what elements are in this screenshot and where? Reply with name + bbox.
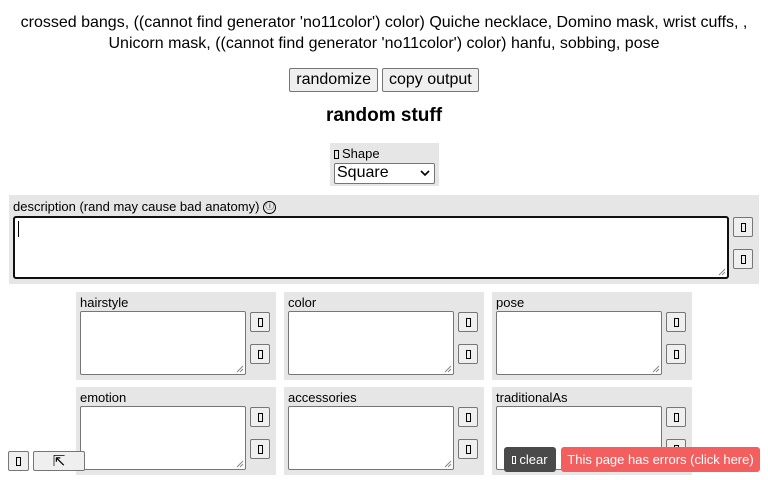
resize-grip-icon[interactable] [236, 460, 244, 468]
box-glyph-icon [673, 317, 679, 327]
field-label: color [288, 295, 317, 310]
info-icon[interactable]: ⓘ [263, 200, 277, 214]
box-glyph-icon [740, 254, 746, 264]
hairstyle-textarea[interactable] [80, 311, 246, 375]
box-glyph-icon [334, 149, 339, 159]
emotion-randomize-button[interactable] [250, 407, 270, 427]
box-glyph-icon [465, 412, 471, 422]
description-panel: description (rand may cause bad anatomy)… [9, 195, 759, 284]
page-errors-label: This page has errors (click here) [567, 452, 754, 467]
clear-label: clear [519, 452, 548, 467]
accessories-lock-button[interactable] [458, 439, 478, 459]
pose-lock-button[interactable] [666, 344, 686, 364]
field-label: pose [496, 295, 525, 310]
field-label: traditionalAs [496, 390, 568, 405]
box-glyph-icon [16, 456, 21, 466]
field-pose: pose [492, 292, 692, 380]
hairstyle-randomize-button[interactable] [250, 312, 270, 332]
description-textarea[interactable] [13, 216, 729, 279]
clear-button[interactable]: clear [504, 447, 556, 472]
box-glyph-icon [740, 222, 746, 232]
page-title: random stuff [325, 105, 443, 126]
resize-grip-icon[interactable] [444, 460, 452, 468]
box-glyph-icon [512, 455, 517, 464]
shape-select[interactable]: Square [334, 163, 435, 184]
text-cursor [18, 221, 19, 237]
color-lock-button[interactable] [458, 344, 478, 364]
box-glyph-icon [673, 349, 679, 359]
box-glyph-icon [257, 349, 263, 359]
color-textarea[interactable] [288, 311, 454, 375]
box-glyph-icon [465, 317, 471, 327]
description-label-row: description (rand may cause bad anatomy)… [13, 199, 277, 215]
field-accessories: accessories [284, 387, 484, 475]
box-glyph-icon [465, 444, 471, 454]
field-label: accessories [288, 390, 357, 405]
shape-panel: Shape Square [330, 143, 439, 186]
emotion-textarea[interactable] [80, 406, 246, 470]
accessories-randomize-button[interactable] [458, 407, 478, 427]
field-label: emotion [80, 390, 127, 405]
expand-button[interactable]: ⇱ [33, 451, 85, 471]
resize-grip-icon[interactable] [444, 365, 452, 373]
pose-textarea[interactable] [496, 311, 662, 375]
box-glyph-icon [465, 349, 471, 359]
shape-selected-value: Square [337, 164, 389, 181]
resize-grip-icon[interactable] [718, 268, 726, 276]
field-label: hairstyle [80, 295, 129, 310]
box-glyph-icon [257, 412, 263, 422]
emotion-lock-button[interactable] [250, 439, 270, 459]
action-buttons: randomize copy output [0, 68, 768, 92]
box-glyph-icon [673, 412, 679, 422]
copy-output-button[interactable]: copy output [381, 68, 479, 92]
field-emotion: emotion [76, 387, 276, 475]
shape-label-row: Shape [334, 147, 435, 161]
resize-grip-icon[interactable] [652, 365, 660, 373]
shape-label: Shape [342, 146, 380, 161]
hairstyle-lock-button[interactable] [250, 344, 270, 364]
randomize-button[interactable]: randomize [289, 68, 378, 92]
field-hairstyle: hairstyle [76, 292, 276, 380]
box-glyph-icon [257, 317, 263, 327]
accessories-textarea[interactable] [288, 406, 454, 470]
menu-toggle-button[interactable] [8, 451, 29, 471]
description-lock-button[interactable] [733, 249, 753, 269]
pose-randomize-button[interactable] [666, 312, 686, 332]
output-text: crossed bangs, ((cannot find generator '… [20, 14, 748, 52]
expand-icon: ⇱ [52, 451, 66, 470]
description-label: description (rand may cause bad anatomy) [13, 199, 260, 214]
page-errors-button[interactable]: This page has errors (click here) [561, 447, 760, 472]
field-color: color [284, 292, 484, 380]
color-randomize-button[interactable] [458, 312, 478, 332]
description-randomize-button[interactable] [733, 217, 753, 237]
box-glyph-icon [257, 444, 263, 454]
traditionalAs-randomize-button[interactable] [666, 407, 686, 427]
resize-grip-icon[interactable] [236, 365, 244, 373]
chevron-down-icon [420, 170, 430, 177]
